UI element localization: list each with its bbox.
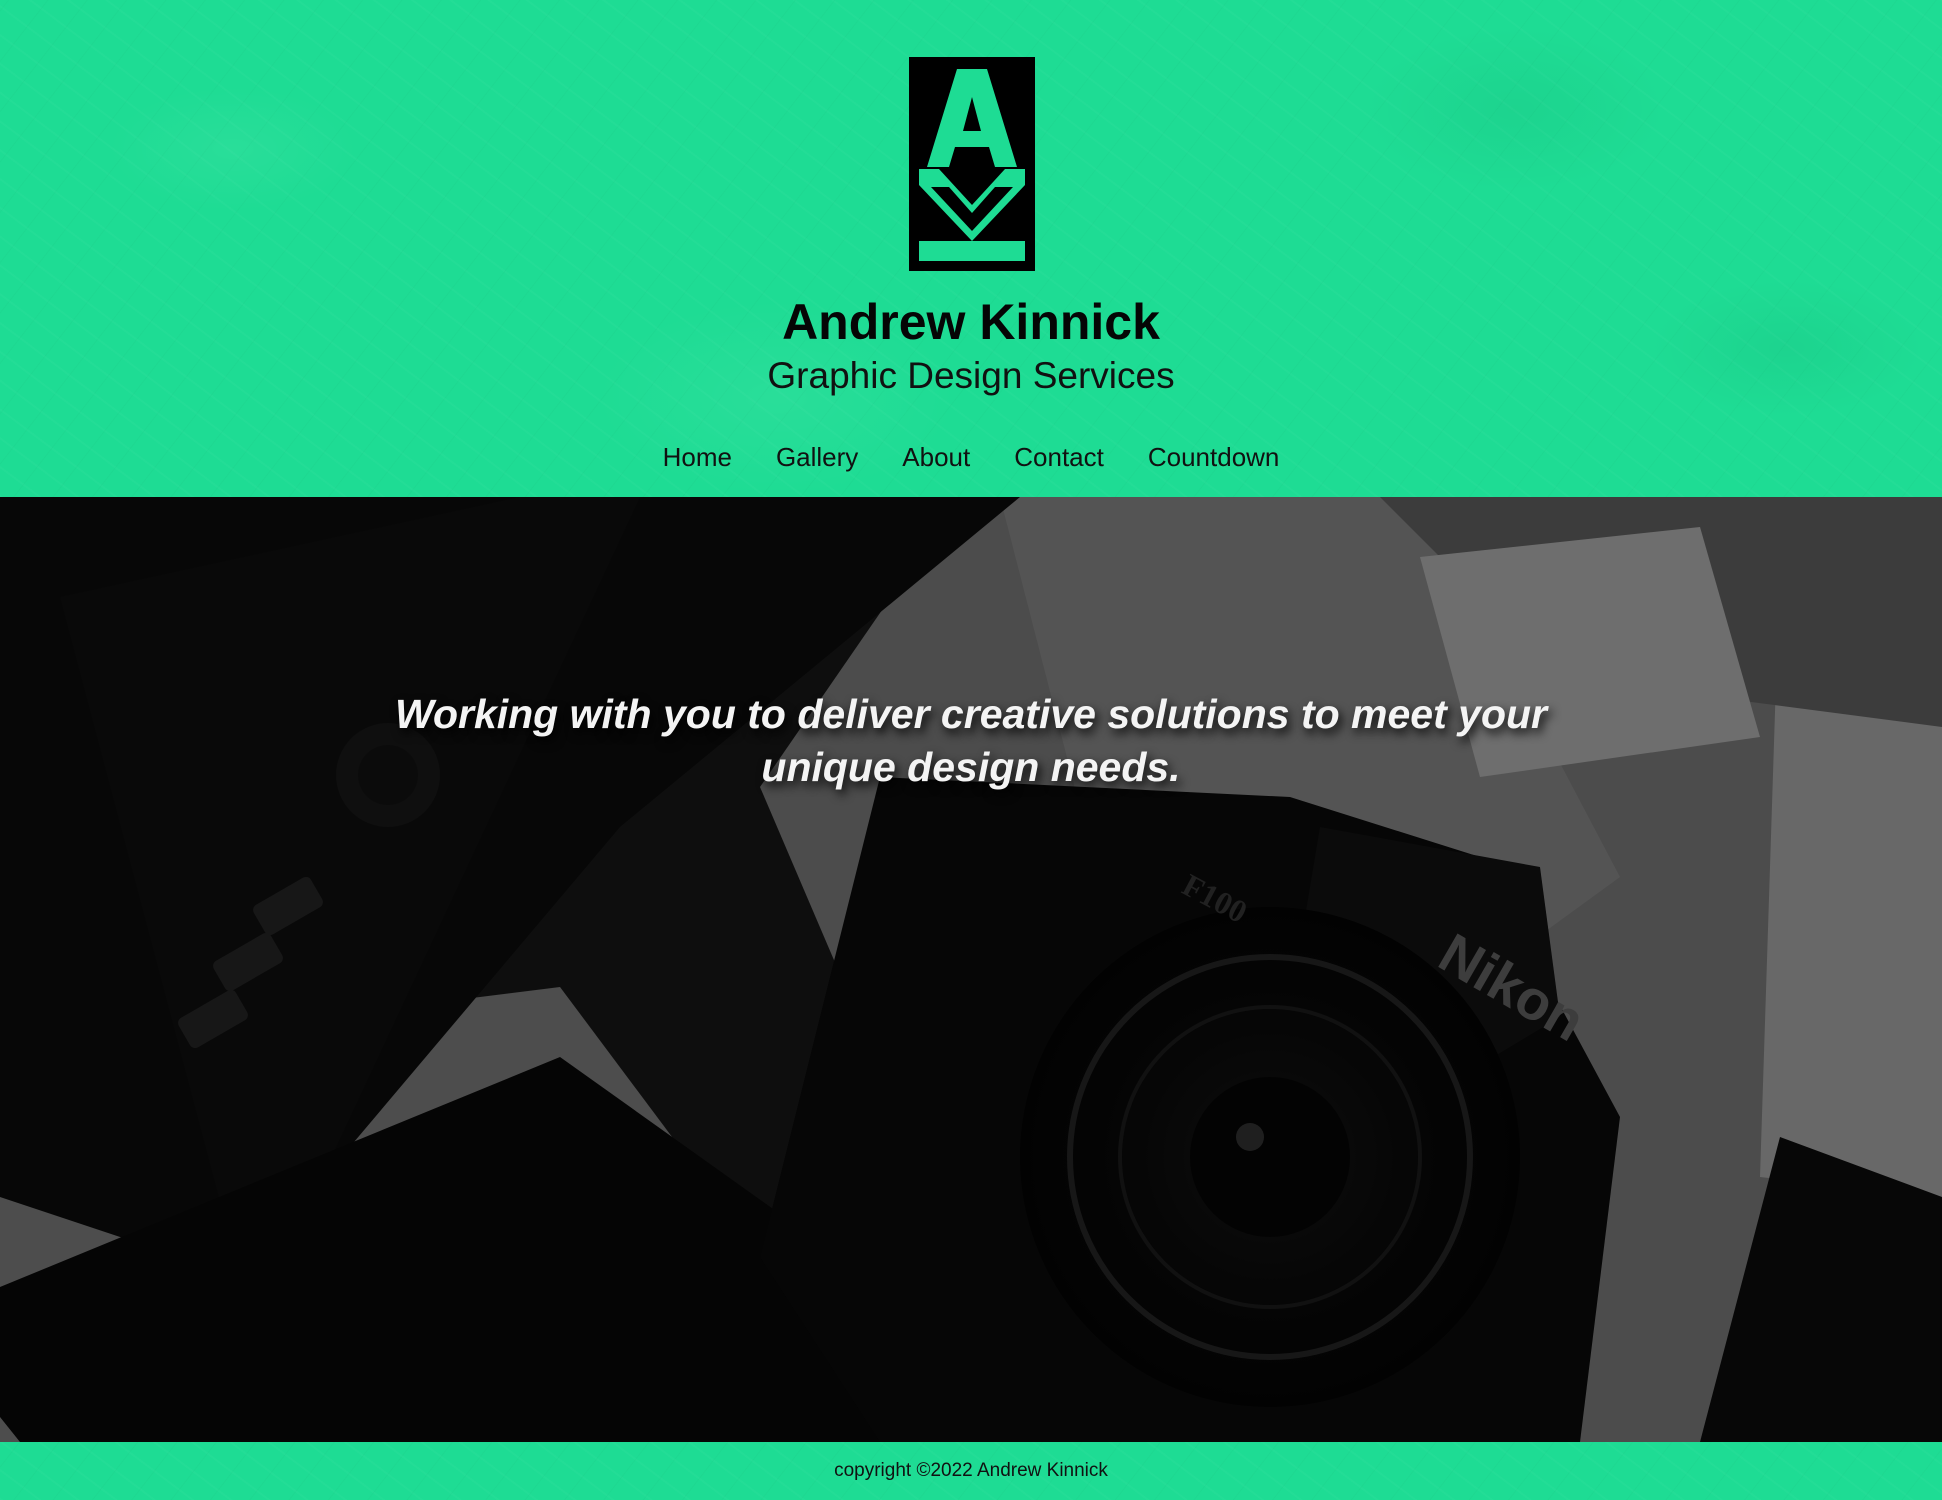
ak-logo[interactable] — [909, 57, 1035, 271]
hero-tagline: Working with you to deliver creative sol… — [394, 691, 1547, 790]
site-header: Andrew Kinnick Graphic Design Services H… — [0, 0, 1942, 497]
nav-gallery[interactable]: Gallery — [754, 437, 880, 477]
nav-contact[interactable]: Contact — [992, 437, 1126, 477]
copyright-text: copyright ©2022 Andrew Kinnick — [834, 1460, 1108, 1481]
nav-countdown[interactable]: Countdown — [1126, 437, 1302, 477]
hero-section: Nikon F100 — [0, 497, 1942, 1442]
nav-home[interactable]: Home — [641, 437, 754, 477]
nav-about[interactable]: About — [880, 437, 992, 477]
ak-logo-mark — [909, 57, 1035, 271]
main-nav: Home Gallery About Contact Countdown — [0, 437, 1942, 477]
hero-overlay — [0, 497, 1942, 1442]
site-subtitle: Graphic Design Services — [767, 355, 1175, 396]
site-title: Andrew Kinnick — [782, 294, 1160, 350]
